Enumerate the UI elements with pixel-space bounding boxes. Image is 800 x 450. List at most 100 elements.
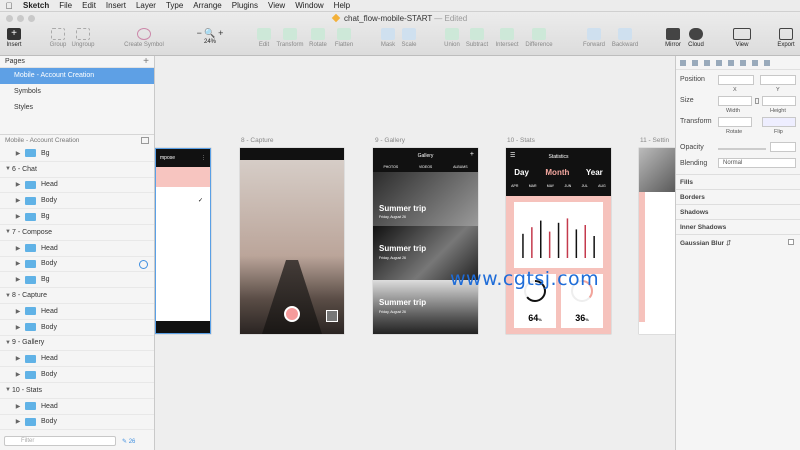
menu-arrange[interactable]: Arrange [188,1,226,10]
disclosure-down-icon[interactable]: ▼ [4,387,12,393]
layer-row[interactable]: ▶ Body [0,193,154,210]
stats-month-label[interactable]: APR [511,184,518,188]
size-height-input[interactable] [762,96,796,106]
ungroup-button[interactable]: Ungroup [61,28,105,48]
menu-type[interactable]: Type [161,1,188,10]
page-item-symbols[interactable]: Symbols [0,84,154,100]
export-button[interactable]: Export [764,28,800,48]
visibility-eye-icon[interactable] [139,259,148,269]
canvas[interactable]: mpose ⋮ ✓ 8 - Capture 9 - Gallery Galler… [155,56,675,450]
disclosure-right-icon[interactable]: ▶ [14,245,22,252]
disclosure-right-icon[interactable]: ▶ [14,355,22,362]
cloud-button[interactable]: Cloud [674,28,718,48]
gaussian-blur-section[interactable]: Gaussian Blur ⇵ [676,234,800,249]
distribute-vertical-icon[interactable] [764,60,770,66]
position-y-input[interactable] [760,75,796,85]
layer-row[interactable]: ▶ Head [0,178,154,194]
scale-button[interactable]: Scale [387,28,431,48]
artboard-gallery[interactable]: Gallery + PHOTOS VIDEOS ALBUMS Summer tr… [373,148,478,334]
layer-row[interactable]: ▶ Bg [0,272,154,289]
stats-period-month[interactable]: Month [545,168,569,177]
layer-group-row[interactable]: ▼ 10 - Stats [0,383,154,399]
disclosure-right-icon[interactable]: ▶ [14,150,22,157]
layer-row[interactable]: ▶ Bg [0,209,154,225]
disclosure-right-icon[interactable]: ▶ [14,308,22,315]
blending-select[interactable]: Normal [718,158,796,168]
menu-insert[interactable]: Insert [101,1,131,10]
layer-row[interactable]: ▶ Head [0,304,154,320]
stats-month-label[interactable]: AUG [598,184,606,188]
stats-month-label[interactable]: JUL [582,184,588,188]
disclosure-right-icon[interactable]: ▶ [14,418,22,425]
stats-period-day[interactable]: Day [514,168,529,177]
opacity-input[interactable] [770,142,796,152]
rotate-input[interactable] [718,117,752,127]
fills-section[interactable]: Fills [676,174,800,189]
borders-section[interactable]: Borders [676,189,800,204]
artboard-settings[interactable] [639,148,675,334]
backward-button[interactable]: Backward [603,28,647,48]
stats-period-year[interactable]: Year [586,168,603,177]
menu-edit[interactable]: Edit [77,1,101,10]
disclosure-right-icon[interactable]: ▶ [14,260,22,267]
layer-row[interactable]: ▶ Head [0,351,154,368]
disclosure-right-icon[interactable]: ▶ [14,403,22,410]
menu-plugins[interactable]: Plugins [227,1,263,10]
layer-row[interactable]: ▶ Bg [0,146,154,162]
view-button[interactable]: View [720,28,764,48]
artboard-stats[interactable]: ☰ Statistics Day Month Year APR MAR MAY JUN… [506,148,611,334]
layer-row[interactable]: ▶ Head [0,241,154,257]
distribute-horizontal-icon[interactable] [752,60,758,66]
disclosure-right-icon[interactable]: ▶ [14,371,22,378]
menu-layer[interactable]: Layer [131,1,161,10]
collapse-layers-icon[interactable] [141,137,149,144]
disclosure-down-icon[interactable]: ▼ [4,293,12,299]
difference-button[interactable]: Difference [517,28,561,48]
align-left-icon[interactable] [680,60,686,66]
disclosure-right-icon[interactable]: ▶ [14,276,22,283]
layer-group-row[interactable]: ▼ 7 - Compose [0,225,154,241]
align-center-icon[interactable] [692,60,698,66]
align-right-icon[interactable] [704,60,710,66]
layer-group-row[interactable]: ▼ 8 - Capture [0,288,154,304]
menu-view[interactable]: View [263,1,290,10]
disclosure-down-icon[interactable]: ▼ [4,340,12,346]
zoom-control[interactable]: − 🔍 + 24% [188,28,232,45]
layer-group-row[interactable]: ▼ 6 - Chat [0,162,154,178]
layer-row[interactable]: ▶ Head [0,399,154,415]
artboard-compose[interactable]: mpose ⋮ ✓ [155,148,211,334]
inner-shadows-section[interactable]: Inner Shadows [676,219,800,234]
disclosure-down-icon[interactable]: ▼ [4,166,12,172]
disclosure-down-icon[interactable]: ▼ [4,229,12,235]
menu-file[interactable]: File [54,1,77,10]
create-symbol-button[interactable]: Create Symbol [122,28,166,48]
flatten-button[interactable]: Flatten [322,28,366,48]
apple-icon[interactable]:  [0,1,18,11]
align-top-icon[interactable] [716,60,722,66]
align-bottom-icon[interactable] [740,60,746,66]
artboard-capture[interactable] [240,148,344,334]
gaussian-blur-checkbox[interactable] [788,239,794,245]
filter-input[interactable]: Filter [4,436,116,446]
page-item-styles[interactable]: Styles [0,100,154,116]
layer-row[interactable]: ▶ Body [0,257,154,273]
symbol-count-badge[interactable]: ✎ 26 [122,438,135,445]
position-x-input[interactable] [718,75,754,85]
layer-group-row[interactable]: ▼ 9 - Gallery [0,336,154,352]
shutter-button[interactable] [284,306,300,322]
add-page-icon[interactable]: + [143,56,149,67]
layer-row[interactable]: ▶ Body [0,367,154,383]
menu-window[interactable]: Window [290,1,328,10]
shadows-section[interactable]: Shadows [676,204,800,219]
size-width-input[interactable] [718,96,752,106]
flip-toggle[interactable] [762,117,796,127]
layer-row[interactable]: ▶ Body [0,415,154,431]
menu-help[interactable]: Help [329,1,355,10]
gallery-thumbnail[interactable] [326,310,338,322]
layer-row[interactable]: ▶ Body [0,320,154,336]
disclosure-right-icon[interactable]: ▶ [14,324,22,331]
stats-month-label[interactable]: MAY [547,184,554,188]
align-middle-icon[interactable] [728,60,734,66]
insert-button[interactable]: + Insert [0,28,36,48]
menu-app[interactable]: Sketch [18,1,54,10]
